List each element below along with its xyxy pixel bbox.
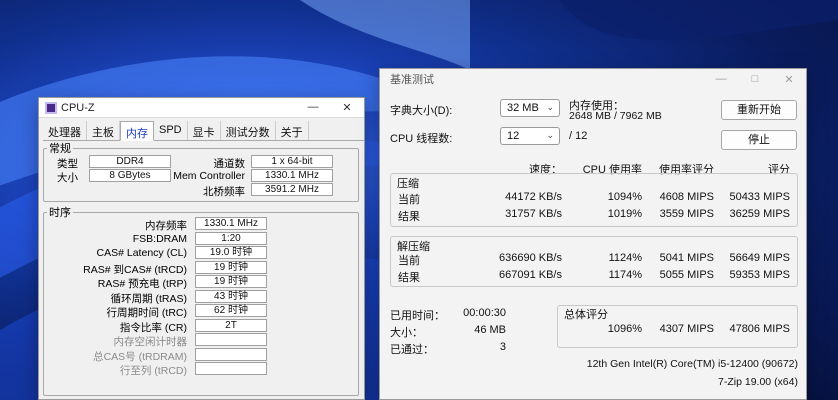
cpuz-title: CPU-Z [61, 101, 95, 114]
tab-graphics[interactable]: 显卡 [188, 121, 221, 140]
chevron-down-icon: ⌄ [546, 102, 554, 112]
passed-label: 已通过： [390, 344, 434, 356]
general-legend: 常规 [49, 143, 71, 155]
mem-controller-label: Mem Controller [173, 170, 245, 182]
compress-label-cell: 当前 [398, 194, 420, 206]
timing-label: 循环周期 (tRAS) [110, 292, 187, 305]
threads-value: 12 [507, 130, 520, 142]
elapsed-label: 已用时间： [390, 310, 445, 322]
channels-value: 1 x 64-bit [251, 155, 333, 168]
tab-about[interactable]: 关于 [276, 121, 309, 140]
total-cpu-usage: 1096% [607, 323, 642, 335]
minimize-icon[interactable]: — [704, 73, 738, 86]
decompress-usage-cell: 5055 MIPS [659, 269, 714, 281]
cpuz-tab-bar: 处理器 主板 内存 SPD 显卡 测试分数 关于 [43, 121, 364, 141]
benchmark-window[interactable]: 基准测试 — □ ✕ 字典大小(D): 32 MB ⌄ CPU 线程数: 12 … [379, 68, 807, 400]
cpuz-titlebar[interactable]: CPU-Z — ✕ [39, 98, 364, 118]
timing-label: 总CAS号 (tRDRAM) [93, 350, 187, 363]
compress-speed-cell: 44172 KB/s [505, 191, 562, 203]
version: 7-Zip 19.00 (x64) [718, 376, 798, 388]
cpuz-window[interactable]: CPU-Z — ✕ 处理器 主板 内存 SPD 显卡 测试分数 关于 常规 类型… [38, 97, 365, 400]
decompress-usage-cell: 5041 MIPS [659, 252, 714, 264]
northbridge-value: 3591.2 MHz [251, 183, 333, 196]
size-label: 大小 [57, 172, 78, 184]
decompress-cpu-cell: 1124% [608, 252, 642, 264]
timing-label: 内存频率 [145, 220, 187, 232]
compress-cpu-cell: 1019% [607, 208, 642, 220]
total-usage-rating: 4307 MIPS [659, 323, 714, 335]
restart-button[interactable]: 重新开始 [721, 100, 797, 120]
timing-value: 43 时钟 [195, 289, 267, 303]
channels-label: 通道数 [213, 158, 246, 170]
timing-label: 行至列 (tRCD) [119, 365, 187, 377]
timing-value: 19.0 时钟 [195, 246, 267, 259]
compress-usage-cell: 4608 MIPS [659, 191, 714, 203]
type-label: 类型 [57, 158, 78, 170]
cpu-name: 12th Gen Intel(R) Core(TM) i5-12400 (906… [586, 358, 798, 370]
threads-select[interactable]: 12 ⌄ [500, 127, 560, 145]
dict-size-value: 32 MB [507, 102, 539, 114]
dict-size-select[interactable]: 32 MB ⌄ [500, 99, 560, 117]
timing-value: 62 时钟 [195, 304, 267, 317]
threads-label: CPU 线程数: [390, 133, 453, 145]
tab-memory[interactable]: 内存 [120, 121, 154, 141]
decompress-speed-cell: 667091 KB/s [499, 269, 562, 281]
close-icon[interactable]: ✕ [330, 101, 364, 114]
dict-size-label: 字典大小(D): [390, 105, 453, 117]
total-rating-title: 总体评分 [564, 309, 608, 321]
close-icon[interactable]: ✕ [772, 73, 806, 86]
decompress-label-cell: 当前 [398, 255, 420, 267]
elapsed-value: 00:00:30 [463, 307, 506, 319]
mem-controller-value: 1330.1 MHz [251, 169, 333, 182]
compress-cpu-cell: 1094% [607, 191, 642, 203]
timing-label: 指令比率 (CR) [119, 321, 187, 334]
threads-total: / 12 [569, 130, 588, 142]
benchmark-titlebar[interactable]: 基准测试 — □ ✕ [380, 69, 806, 89]
tab-processor[interactable]: 处理器 [43, 121, 87, 140]
timing-value [195, 362, 267, 375]
timing-label: 行周期时间 (tRC) [106, 307, 188, 319]
compress-rating-cell: 50433 MIPS [729, 191, 790, 203]
decompress-label-cell: 结果 [398, 272, 420, 284]
passed-value: 3 [499, 341, 506, 353]
decompress-rating-cell: 56649 MIPS [729, 252, 790, 264]
timing-label: CAS# Latency (CL) [96, 247, 187, 259]
decompress-speed-cell: 636690 KB/s [499, 252, 562, 264]
size-label: 大小： [390, 327, 423, 339]
compress-rating-cell: 36259 MIPS [729, 208, 790, 220]
type-value: DDR4 [89, 155, 171, 168]
tab-mainboard[interactable]: 主板 [87, 121, 120, 140]
stop-button[interactable]: 停止 [721, 130, 797, 150]
size-value: 8 GBytes [89, 169, 171, 182]
cpuz-app-icon [45, 101, 57, 114]
timing-label: RAS# 预充电 (tRP) [97, 278, 187, 290]
timing-value: 19 时钟 [195, 260, 267, 274]
benchmark-title: 基准测试 [390, 74, 434, 86]
compress-title: 压缩 [397, 178, 419, 190]
timing-label: FSB:DRAM [132, 232, 187, 245]
timing-value [195, 333, 267, 346]
decompress-rating-cell: 59353 MIPS [729, 269, 790, 281]
timing-value: 19 时钟 [195, 275, 267, 288]
compress-speed-cell: 31757 KB/s [505, 208, 562, 220]
timing-value [195, 347, 267, 361]
size-value: 46 MB [474, 324, 506, 336]
maximize-icon[interactable]: □ [738, 73, 772, 86]
compress-label-cell: 结果 [398, 211, 420, 223]
timing-value: 2T [195, 318, 267, 332]
timing-value: 1:20 [195, 231, 267, 245]
decompress-cpu-cell: 1174% [608, 269, 642, 281]
mem-usage-value: 2648 MB / 7962 MB [569, 110, 662, 122]
minimize-icon[interactable]: — [296, 101, 330, 114]
timing-label: RAS# 到CAS# (tRCD) [83, 263, 187, 276]
timing-value: 1330.1 MHz [195, 217, 267, 230]
northbridge-label: 北桥频率 [203, 186, 245, 198]
compress-usage-cell: 3559 MIPS [659, 208, 714, 220]
tab-spd[interactable]: SPD [154, 121, 188, 140]
timing-label: 内存空闲计时器 [113, 336, 188, 348]
total-rating: 47806 MIPS [729, 323, 790, 335]
tab-bench[interactable]: 测试分数 [221, 121, 276, 140]
chevron-down-icon: ⌄ [546, 130, 554, 140]
